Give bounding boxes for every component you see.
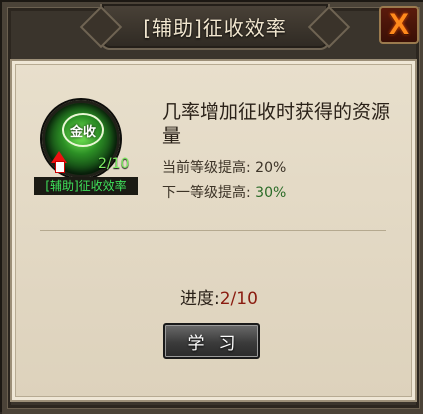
up-arrow-stem — [55, 161, 65, 173]
dialog-title: [辅助]征收效率 — [143, 15, 287, 40]
close-button[interactable]: X — [379, 6, 419, 44]
next-level-value: 30% — [255, 185, 287, 201]
next-level-label: 下一等级提高: — [162, 185, 256, 201]
divider — [40, 230, 386, 231]
skill-name: [辅助]征收效率 — [34, 177, 138, 195]
skill-description: 几率增加征收时获得的资源量 — [162, 101, 391, 147]
skill-dialog: [辅助]征收效率 X 金收 2/10 [辅助]征收效率 几率增加征收时获得的资源… — [0, 0, 423, 414]
progress-value: 2/10 — [219, 289, 258, 309]
skill-level: 2/10 — [98, 156, 130, 172]
next-level-stat: 下一等级提高: 30% — [162, 182, 286, 202]
current-level-label: 当前等级提高: — [162, 160, 256, 176]
current-level-stat: 当前等级提高: 20% — [162, 157, 286, 177]
learn-button-label: 学习 — [187, 333, 250, 354]
title-bar: [辅助]征收效率 — [79, 4, 351, 50]
current-level-value: 20% — [255, 160, 287, 176]
progress-text: 进度:2/10 — [180, 284, 258, 309]
skill-emblem: 金收 — [62, 113, 104, 147]
learn-button[interactable]: 学习 — [163, 323, 260, 359]
progress-label: 进度: — [180, 289, 220, 309]
close-icon: X — [388, 8, 409, 41]
